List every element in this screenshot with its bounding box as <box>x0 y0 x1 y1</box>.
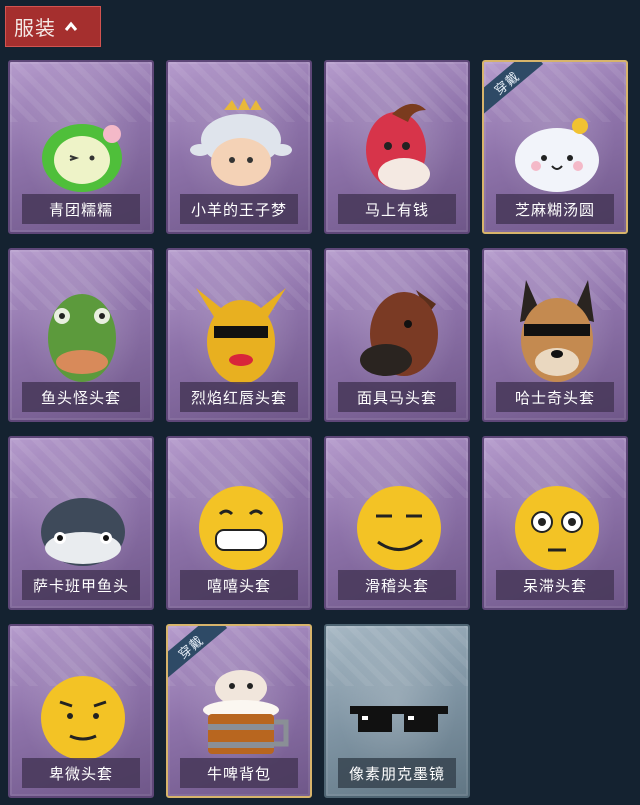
costume-card-smirk[interactable]: 滑稽头套 <box>324 436 470 610</box>
red-horse-icon <box>366 103 430 190</box>
costume-card-grin[interactable]: 嘻嘻头套 <box>166 436 312 610</box>
costume-label: 呆滞头套 <box>496 570 614 600</box>
grin-emoji-icon <box>199 486 283 570</box>
costume-card-sacabambaspis[interactable]: 萨卡班甲鱼头 <box>8 436 154 610</box>
costume-card-humble[interactable]: 卑微头套 <box>8 624 154 798</box>
fish-mask-icon <box>48 294 116 382</box>
costume-label: 小羊的王子梦 <box>180 194 298 224</box>
costume-card-pixel-sunglasses[interactable]: 像素朋克墨镜 <box>324 624 470 798</box>
costume-category-tab[interactable]: 服装 <box>5 6 101 47</box>
costume-label: 芝麻糊汤圆 <box>496 194 614 224</box>
pixel-sunglasses-icon <box>350 706 448 732</box>
sheep-crown-icon <box>190 98 292 186</box>
costume-label: 嘻嘻头套 <box>180 570 298 600</box>
stare-emoji-icon <box>515 486 599 570</box>
costume-label: 哈士奇头套 <box>496 382 614 412</box>
yellow-balaclava-icon <box>196 288 286 384</box>
costume-card-blank-stare[interactable]: 呆滞头套 <box>482 436 628 610</box>
costume-label: 像素朋克墨镜 <box>338 758 456 788</box>
costume-card-beer-backpack[interactable]: 穿戴 牛啤背包 <box>166 624 312 798</box>
chevron-up-icon <box>64 21 78 31</box>
costume-label: 青团糯糯 <box>22 194 140 224</box>
costume-label: 马上有钱 <box>338 194 456 224</box>
costume-label: 卑微头套 <box>22 758 140 788</box>
costume-label: 面具马头套 <box>338 382 456 412</box>
dog-mask-icon <box>520 280 594 382</box>
costume-card-husky[interactable]: 哈士奇头套 <box>482 248 628 422</box>
fish-head-icon <box>41 498 125 566</box>
humble-emoji-icon <box>41 676 125 760</box>
white-dumpling-icon <box>515 118 599 192</box>
costume-card-lucky-horse[interactable]: 马上有钱 <box>324 60 470 234</box>
category-title: 服装 <box>14 16 56 40</box>
costume-card-sesame-tangyuan[interactable]: 穿戴 芝麻糊汤圆 <box>482 60 628 234</box>
smirk-emoji-icon <box>357 486 441 570</box>
beer-mug-icon <box>203 670 289 754</box>
costume-label: 牛啤背包 <box>180 758 298 788</box>
costume-label: 滑稽头套 <box>338 570 456 600</box>
costume-card-qingtuan[interactable]: 青团糯糯 <box>8 60 154 234</box>
costume-label: 萨卡班甲鱼头 <box>22 570 140 600</box>
costume-label: 鱼头怪头套 <box>22 382 140 412</box>
costume-card-fish-head[interactable]: 鱼头怪头套 <box>8 248 154 422</box>
costume-card-red-lips[interactable]: 烈焰红唇头套 <box>166 248 312 422</box>
green-dumpling-icon <box>42 124 122 192</box>
costume-card-sheep-prince[interactable]: 小羊的王子梦 <box>166 60 312 234</box>
costume-label: 烈焰红唇头套 <box>180 382 298 412</box>
costume-card-horse-mask[interactable]: 面具马头套 <box>324 248 470 422</box>
horse-mask-icon <box>360 290 438 376</box>
